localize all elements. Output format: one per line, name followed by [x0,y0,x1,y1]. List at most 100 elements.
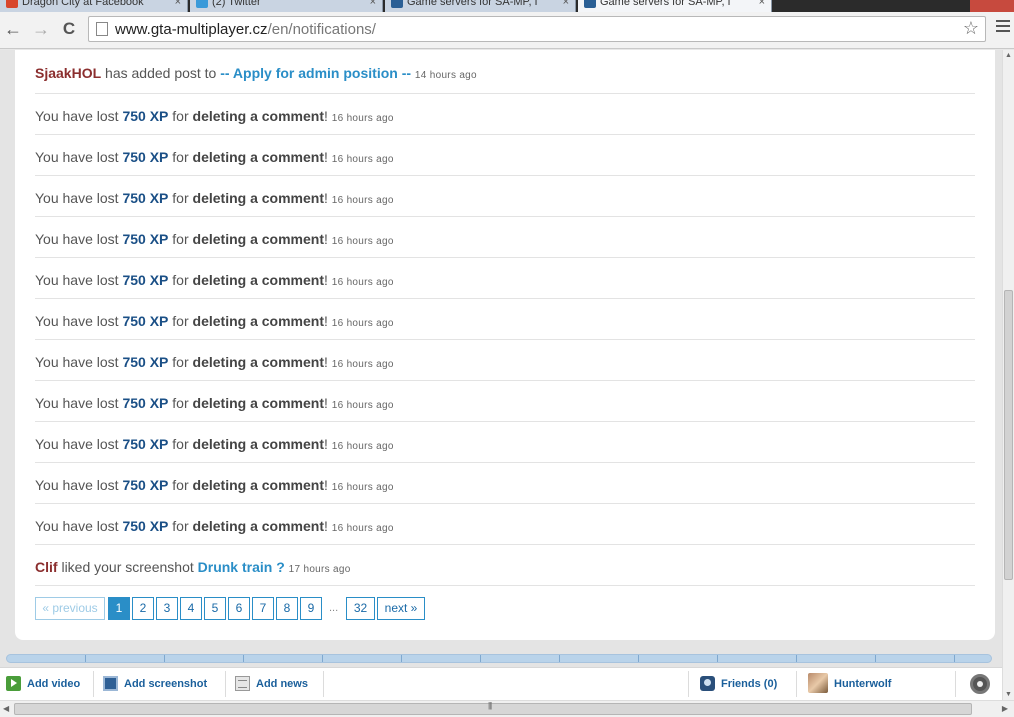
pagination-next[interactable]: next » [377,597,425,620]
tab-close-icon[interactable]: × [563,0,569,10]
avatar [808,673,828,694]
address-bar[interactable]: www.gta-multiplayer.cz/en/notifications/… [88,16,986,42]
pagination-page[interactable]: 2 [132,597,154,620]
divider [796,671,797,697]
pagination-page[interactable]: 1 [108,597,130,620]
notification-target-link[interactable]: Drunk train ? [198,559,285,575]
tab-title: Game servers for SA-MP, I [600,0,731,8]
xp-amount: 750 XP [122,518,169,534]
forward-button[interactable]: → [30,18,52,40]
notification-text: for [168,395,193,411]
scroll-up-arrow-icon[interactable]: ▲ [1005,52,1012,59]
bottom-toolbar: Add video Add screenshot Add news Friend… [0,667,1002,700]
notification-action: deleting a comment [192,231,324,247]
notification-text: for [168,190,193,206]
scroll-left-arrow-icon[interactable]: ◀ [3,704,9,713]
notification-target-link[interactable]: -- Apply for admin position -- [220,65,411,81]
tab-title: Game servers for SA-MP, I [407,0,538,8]
notification-text: You have lost [35,231,123,247]
page-icon [96,22,108,36]
vertical-scrollbar[interactable]: ▲ ▼ [1002,50,1014,700]
notification-action: deleting a comment [192,395,324,411]
vertical-scroll-thumb[interactable] [1004,290,1013,580]
notification-item: You have lost 750 XP for deleting a comm… [35,381,975,422]
bookmark-star-icon[interactable]: ☆ [963,18,979,39]
settings-gear-icon[interactable] [970,674,990,694]
browser-tab[interactable]: (2) Twitter × [190,0,383,12]
pagination-page[interactable]: 3 [156,597,178,620]
notifications-panel: SjaakHOL has added post to -- Apply for … [15,50,995,640]
pagination-page[interactable]: 8 [276,597,298,620]
notification-action: deleting a comment [192,272,324,288]
browser-toolbar: ← → C www.gta-multiplayer.cz/en/notifica… [0,12,1014,49]
add-screenshot-label: Add screenshot [124,678,208,690]
notification-timestamp: 16 hours ago [331,236,394,247]
video-icon [6,675,21,691]
tab-title: Dragon City at Facebook [22,0,144,8]
notification-action: deleting a comment [192,149,324,165]
tab-favicon-icon [196,0,208,8]
scroll-right-arrow-icon[interactable]: ▶ [1002,704,1008,713]
notification-text: for [168,231,193,247]
horizontal-scroll-thumb[interactable] [14,703,972,715]
tab-close-icon[interactable]: × [370,0,376,10]
browser-menu-icon[interactable] [996,20,1010,34]
notification-user-link[interactable]: SjaakHOL [35,65,101,81]
notification-item: You have lost 750 XP for deleting a comm… [35,135,975,176]
address-url[interactable]: www.gta-multiplayer.cz/en/notifications/ [115,21,376,38]
browser-tab[interactable]: Game servers for SA-MP, I × [578,0,772,12]
pagination-page-last[interactable]: 32 [346,597,375,620]
notification-item: You have lost 750 XP for deleting a comm… [35,94,975,135]
url-domain: www.gta-multiplayer.cz [115,21,268,38]
notification-text: You have lost [35,272,123,288]
add-news-button[interactable]: Add news [235,668,308,700]
notification-text: You have lost [35,108,123,124]
tab-favicon-icon [6,0,18,8]
tab-close-icon[interactable]: × [175,0,181,10]
notification-timestamp: 16 hours ago [331,318,394,329]
friends-icon [700,675,715,691]
pagination-page[interactable]: 4 [180,597,202,620]
notification-text: liked your screenshot [57,559,198,575]
notification-action: deleting a comment [192,477,324,493]
url-path: /en/notifications/ [267,21,376,38]
notification-text: for [168,436,193,452]
notification-item: SjaakHOL has added post to -- Apply for … [35,50,975,94]
reload-button[interactable]: C [58,18,80,40]
screenshot-icon [103,675,118,691]
notification-action: deleting a comment [192,354,324,370]
window-close-button[interactable] [970,0,1014,12]
horizontal-scrollbar[interactable]: ◀ ||| ▶ [0,700,1014,717]
back-button[interactable]: ← [2,18,24,40]
browser-tab[interactable]: Dragon City at Facebook × [0,0,188,12]
notification-action: deleting a comment [192,518,324,534]
browser-tab[interactable]: Game servers for SA-MP, I × [385,0,576,12]
notification-action: deleting a comment [192,108,324,124]
notification-text: for [168,272,193,288]
friends-button[interactable]: Friends (0) [700,668,777,700]
pagination-page[interactable]: 7 [252,597,274,620]
add-news-label: Add news [256,678,308,690]
username-label: Hunterwolf [834,678,892,690]
add-video-button[interactable]: Add video [6,668,80,700]
notification-text: You have lost [35,518,123,534]
notification-timestamp: 16 hours ago [331,154,394,165]
xp-amount: 750 XP [122,477,169,493]
notification-item: You have lost 750 XP for deleting a comm… [35,258,975,299]
scroll-down-arrow-icon[interactable]: ▼ [1005,691,1012,698]
pagination-page[interactable]: 6 [228,597,250,620]
notification-timestamp: 16 hours ago [331,441,394,452]
notification-item: Clif liked your screenshot Drunk train ?… [35,545,975,586]
notification-text: You have lost [35,149,123,165]
notification-user-link[interactable]: Clif [35,559,58,575]
tab-close-icon[interactable]: × [759,0,765,10]
xp-amount: 750 XP [122,108,169,124]
xp-amount: 750 XP [122,190,169,206]
pagination-previous[interactable]: « previous [35,597,105,620]
add-screenshot-button[interactable]: Add screenshot [103,668,207,700]
notification-timestamp: 16 hours ago [331,277,394,288]
user-profile-button[interactable]: Hunterwolf [808,668,891,700]
notification-text: for [168,477,193,493]
pagination-page[interactable]: 9 [300,597,322,620]
pagination-page[interactable]: 5 [204,597,226,620]
